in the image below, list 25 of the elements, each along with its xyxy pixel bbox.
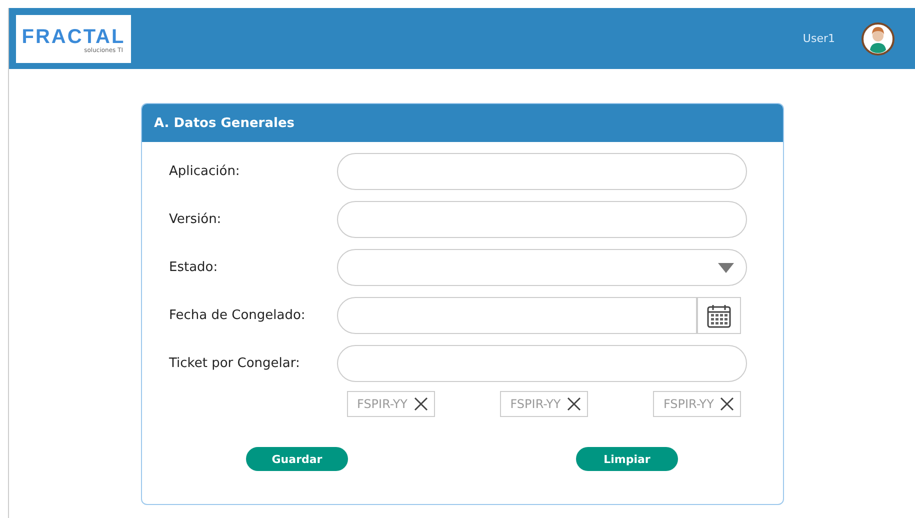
action-button[interactable]: Guardar [246, 447, 348, 471]
close-icon[interactable] [414, 397, 428, 411]
tag-label: FSPIR-YY [510, 397, 561, 411]
dropdown-field[interactable] [337, 249, 747, 286]
field-label: Aplicación: [169, 164, 241, 179]
date-field[interactable] [337, 297, 697, 334]
tag-label: FSPIR-YY [663, 397, 714, 411]
calendar-button[interactable] [697, 297, 741, 334]
text-field[interactable] [337, 153, 747, 190]
action-button[interactable]: Limpiar [576, 447, 678, 471]
tag-label: FSPIR-YY [357, 397, 408, 411]
dropdown-caret-icon [718, 262, 734, 272]
field-label: Ticket por Congelar: [169, 356, 301, 371]
section-header: A. Datos Generales [142, 104, 783, 142]
close-icon[interactable] [720, 397, 734, 411]
field-label: Versión: [169, 212, 222, 227]
user-name: User1 [802, 32, 835, 45]
field-label: Fecha de Congelado: [169, 308, 306, 323]
calendar-icon [706, 302, 732, 328]
text-field[interactable] [337, 345, 747, 382]
text-field[interactable] [337, 201, 747, 238]
logo-text: FRACTAL [22, 27, 126, 47]
close-icon[interactable] [566, 397, 581, 411]
avatar-icon[interactable] [861, 22, 895, 56]
field-label: Estado: [169, 260, 219, 275]
